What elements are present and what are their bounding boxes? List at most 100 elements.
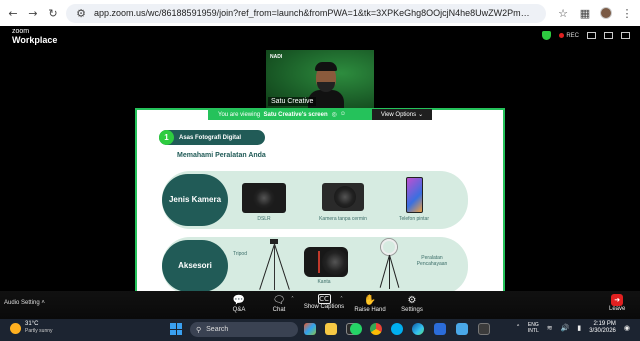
banner-icons: ◎ ☺	[332, 111, 346, 118]
chat-options-chevron-icon[interactable]: ˄	[291, 296, 294, 303]
skype-icon[interactable]	[391, 323, 403, 335]
view-options-label: View Options	[380, 111, 417, 118]
clock-time: 2:19 PM	[593, 321, 616, 327]
view-options-button[interactable]: View Options ⌄	[372, 109, 432, 120]
leave-label: Leave	[609, 306, 626, 312]
viewing-prefix: You are viewing	[218, 111, 261, 118]
weather-widget[interactable]: 31°C Partly sunny	[10, 321, 53, 335]
annotate-icon[interactable]: ☺	[340, 111, 346, 118]
nadi-logo: NADI	[270, 54, 283, 60]
browser-toolbar: ← → ↻ ⚙ app.zoom.us/wc/86188591959/join?…	[0, 0, 640, 26]
extensions-icon[interactable]: ▦	[578, 6, 592, 20]
item-tripod: Tripod	[233, 251, 247, 257]
presentation-slide: 1 Asas Fotografi Digital Memahami Perala…	[137, 110, 503, 315]
partly-sunny-icon	[10, 322, 21, 334]
site-info-icon[interactable]: ⚙	[74, 6, 88, 20]
audio-setting-label: Audio Setting	[4, 300, 40, 306]
viewing-banner-text: You are viewing Satu Creative's screen	[208, 112, 328, 118]
wifi-icon[interactable]: ≋	[547, 324, 553, 332]
item-mirrorless: Kamera tanpa cermin	[319, 216, 367, 222]
back-icon[interactable]: ←	[6, 6, 20, 20]
leave-icon: ➜	[611, 294, 624, 306]
browser-menu-icon[interactable]: ⋮	[620, 6, 634, 20]
row-label-camera-types: Jenis Kamera	[162, 174, 228, 226]
camera-app-icon[interactable]	[456, 323, 468, 335]
tripod-icon	[259, 239, 290, 293]
participant-video-tile[interactable]: NADI Satu Creative	[266, 50, 374, 108]
battery-icon[interactable]: ▮	[577, 324, 581, 332]
bookmark-star-icon[interactable]: ☆	[556, 6, 570, 20]
item-dslr: DSLR	[257, 216, 271, 222]
record-dot-icon	[559, 33, 565, 38]
search-placeholder: Search	[206, 326, 229, 333]
smartphone-icon	[406, 177, 423, 213]
raise-hand-icon: ✋	[363, 295, 377, 306]
item-smartphone: Telefon pintar	[398, 216, 430, 222]
language-indicator[interactable]: ENG INTL	[528, 322, 539, 334]
colorful-app-icon[interactable]	[304, 323, 316, 335]
notifications-icon[interactable]: ◉	[624, 324, 630, 332]
settings-button[interactable]: ⚙ Settings	[390, 294, 434, 313]
accessories-row: Aksesori Tripod Kanta Peralatan Pencahay…	[162, 237, 468, 295]
qa-button[interactable]: 💬 Q&A	[217, 294, 261, 313]
gear-icon: ⚙	[407, 295, 417, 306]
url-text: app.zoom.us/wc/86188591959/join?ref_from…	[94, 8, 534, 18]
zoom-brand-logo: zoom Workplace	[12, 27, 57, 45]
viewing-owner: Satu Creative's screen	[263, 111, 328, 118]
windows-start-icon[interactable]	[170, 323, 182, 335]
show-captions-label: Show Captions	[303, 304, 345, 310]
picture-in-picture-icon[interactable]	[604, 32, 613, 39]
whatsapp-icon[interactable]	[350, 323, 362, 335]
system-tray: ˄ ENG INTL ≋ 🔊 ▮ 2:19 PM 3/30/2026 ◉	[516, 321, 630, 335]
row-label-accessories: Aksesori	[162, 240, 228, 292]
qa-label: Q&A	[232, 307, 246, 313]
edge-icon[interactable]	[412, 323, 424, 335]
item-lighting: Peralatan Pencahayaan	[416, 255, 448, 267]
audio-setting-button[interactable]: Audio Setting ˄	[4, 300, 45, 306]
fullscreen-icon[interactable]	[621, 32, 630, 39]
lang-bottom: INTL	[527, 328, 539, 334]
header-controls: REC	[542, 31, 630, 40]
pin-icon[interactable]: ◎	[332, 111, 337, 118]
file-explorer-icon[interactable]	[325, 323, 337, 335]
section-header: 1 Asas Fotografi Digital	[159, 130, 265, 145]
volume-icon[interactable]: 🔊	[561, 324, 570, 332]
dslr-camera-icon	[242, 183, 286, 213]
weather-temperature: 31°C	[25, 321, 39, 327]
security-app-icon[interactable]	[434, 323, 446, 335]
store-icon[interactable]	[478, 323, 490, 335]
taskbar-search[interactable]: ⚲ Search	[190, 322, 298, 337]
chat-button[interactable]: 🗨 Chat	[257, 294, 301, 313]
raise-hand-button[interactable]: ✋ Raise Hand	[348, 294, 392, 313]
section-title: Asas Fotografi Digital	[179, 134, 242, 141]
raise-hand-label: Raise Hand	[354, 307, 386, 313]
brand-main: Workplace	[12, 35, 58, 45]
captions-icon: CC	[317, 294, 331, 304]
view-layout-icon[interactable]	[587, 32, 596, 39]
captions-options-chevron-icon[interactable]: ˄	[340, 296, 343, 303]
shared-screen: 1 Asas Fotografi Digital Memahami Perala…	[135, 108, 505, 317]
camera-types-row: Jenis Kamera DSLR Kamera tanpa cermin Te…	[162, 171, 468, 229]
settings-label: Settings	[401, 307, 423, 313]
slide-subtitle: Memahami Peralatan Anda	[177, 152, 266, 159]
rec-label: REC	[566, 32, 579, 39]
ring-light-icon	[378, 237, 400, 293]
item-lens: Kanta	[317, 279, 331, 285]
chevron-up-tray-icon[interactable]: ˄	[516, 324, 520, 332]
chevron-up-icon[interactable]: ˄	[41, 300, 45, 306]
leave-button[interactable]: ➜ Leave	[609, 294, 625, 312]
forward-icon[interactable]: →	[26, 6, 40, 20]
mirrorless-camera-icon	[322, 183, 364, 211]
security-shield-icon[interactable]	[542, 31, 552, 40]
clock-date: 3/30/2026	[589, 328, 616, 334]
chrome-icon[interactable]	[370, 323, 382, 335]
address-bar[interactable]: ⚙ app.zoom.us/wc/86188591959/join?ref_fr…	[66, 3, 546, 23]
lens-icon	[304, 247, 348, 277]
screen: ← → ↻ ⚙ app.zoom.us/wc/86188591959/join?…	[0, 0, 640, 341]
clock[interactable]: 2:19 PM 3/30/2026	[589, 321, 616, 335]
weather-condition: Partly sunny	[25, 328, 53, 334]
profile-avatar[interactable]	[600, 7, 612, 19]
reload-icon[interactable]: ↻	[46, 6, 60, 20]
section-number-badge: 1	[159, 130, 174, 145]
chat-icon: 🗨	[272, 295, 286, 306]
